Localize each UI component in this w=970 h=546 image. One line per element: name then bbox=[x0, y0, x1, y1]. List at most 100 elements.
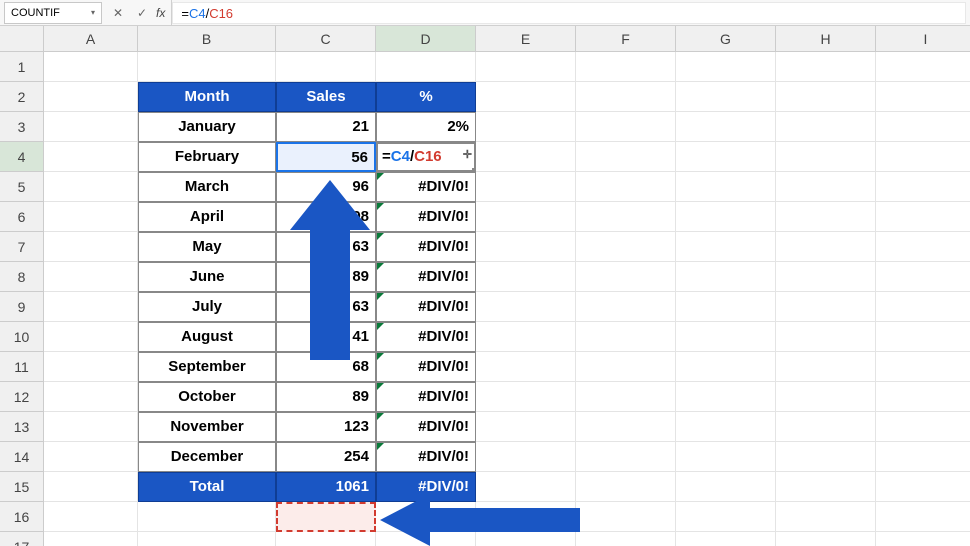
empty-cell[interactable] bbox=[776, 442, 876, 472]
empty-cell[interactable] bbox=[276, 52, 376, 82]
empty-cell[interactable] bbox=[576, 472, 676, 502]
fx-icon[interactable]: fx bbox=[154, 0, 172, 25]
empty-cell[interactable] bbox=[876, 112, 970, 142]
col-header-I[interactable]: I bbox=[876, 26, 970, 52]
empty-cell[interactable] bbox=[476, 82, 576, 112]
col-header-E[interactable]: E bbox=[476, 26, 576, 52]
empty-cell[interactable] bbox=[476, 352, 576, 382]
sales-cell[interactable]: 63 bbox=[276, 292, 376, 322]
empty-cell[interactable] bbox=[476, 382, 576, 412]
empty-cell[interactable] bbox=[676, 442, 776, 472]
empty-cell[interactable] bbox=[376, 52, 476, 82]
empty-cell[interactable] bbox=[776, 292, 876, 322]
month-cell[interactable]: May bbox=[138, 232, 276, 262]
month-cell[interactable]: June bbox=[138, 262, 276, 292]
empty-cell[interactable] bbox=[576, 82, 676, 112]
empty-cell[interactable] bbox=[776, 52, 876, 82]
empty-cell[interactable] bbox=[576, 292, 676, 322]
empty-cell[interactable] bbox=[476, 202, 576, 232]
empty-cell[interactable] bbox=[44, 142, 138, 172]
empty-cell[interactable] bbox=[876, 322, 970, 352]
row-header-1[interactable]: 1 bbox=[0, 52, 44, 82]
empty-cell[interactable] bbox=[676, 472, 776, 502]
month-cell[interactable]: February bbox=[138, 142, 276, 172]
sales-cell[interactable]: 89 bbox=[276, 262, 376, 292]
sales-cell[interactable]: 98 bbox=[276, 202, 376, 232]
empty-cell[interactable] bbox=[876, 142, 970, 172]
empty-cell[interactable] bbox=[676, 232, 776, 262]
empty-cell[interactable] bbox=[876, 292, 970, 322]
empty-cell[interactable] bbox=[876, 412, 970, 442]
row-header-12[interactable]: 12 bbox=[0, 382, 44, 412]
empty-cell[interactable] bbox=[376, 502, 476, 532]
empty-cell[interactable] bbox=[476, 52, 576, 82]
empty-cell[interactable] bbox=[576, 502, 676, 532]
sales-cell[interactable]: 21 bbox=[276, 112, 376, 142]
sales-cell[interactable]: 63 bbox=[276, 232, 376, 262]
empty-cell[interactable] bbox=[776, 472, 876, 502]
empty-cell[interactable] bbox=[776, 502, 876, 532]
empty-cell[interactable] bbox=[676, 322, 776, 352]
empty-cell[interactable] bbox=[576, 52, 676, 82]
empty-cell[interactable] bbox=[476, 232, 576, 262]
empty-cell[interactable] bbox=[676, 202, 776, 232]
empty-cell[interactable] bbox=[676, 352, 776, 382]
empty-cell[interactable] bbox=[676, 112, 776, 142]
empty-cell[interactable] bbox=[44, 502, 138, 532]
pct-cell[interactable]: #DIV/0! bbox=[376, 352, 476, 382]
empty-cell[interactable] bbox=[776, 382, 876, 412]
empty-cell[interactable] bbox=[876, 532, 970, 546]
row-header-14[interactable]: 14 bbox=[0, 442, 44, 472]
empty-cell[interactable] bbox=[576, 322, 676, 352]
empty-cell[interactable] bbox=[676, 502, 776, 532]
empty-cell[interactable] bbox=[44, 112, 138, 142]
month-cell[interactable]: March bbox=[138, 172, 276, 202]
formula-input[interactable]: =C4/C16 bbox=[172, 2, 966, 24]
empty-cell[interactable] bbox=[776, 412, 876, 442]
sales-cell[interactable]: 68 bbox=[276, 352, 376, 382]
row-header-13[interactable]: 13 bbox=[0, 412, 44, 442]
empty-cell[interactable] bbox=[576, 442, 676, 472]
empty-cell[interactable] bbox=[676, 532, 776, 546]
empty-cell[interactable] bbox=[576, 382, 676, 412]
pct-cell[interactable]: 2% bbox=[376, 112, 476, 142]
name-box-dropdown-icon[interactable]: ▾ bbox=[91, 8, 95, 17]
pct-cell[interactable]: #DIV/0! bbox=[376, 172, 476, 202]
empty-cell[interactable] bbox=[676, 142, 776, 172]
empty-cell[interactable] bbox=[476, 472, 576, 502]
empty-cell[interactable] bbox=[676, 172, 776, 202]
empty-cell[interactable] bbox=[44, 52, 138, 82]
row-header-9[interactable]: 9 bbox=[0, 292, 44, 322]
pct-cell[interactable]: #DIV/0! bbox=[376, 232, 476, 262]
empty-cell[interactable] bbox=[476, 442, 576, 472]
row-header-15[interactable]: 15 bbox=[0, 472, 44, 502]
empty-cell[interactable] bbox=[676, 52, 776, 82]
empty-cell[interactable] bbox=[44, 382, 138, 412]
pct-cell[interactable]: #DIV/0! bbox=[376, 292, 476, 322]
cancel-edit-button[interactable]: ✕ bbox=[106, 6, 130, 20]
month-cell[interactable]: November bbox=[138, 412, 276, 442]
sales-cell[interactable]: 41 bbox=[276, 322, 376, 352]
empty-cell[interactable] bbox=[476, 142, 576, 172]
empty-cell[interactable] bbox=[876, 172, 970, 202]
confirm-edit-button[interactable]: ✓ bbox=[130, 6, 154, 20]
empty-cell[interactable] bbox=[576, 412, 676, 442]
empty-cell[interactable] bbox=[138, 52, 276, 82]
empty-cell[interactable] bbox=[44, 412, 138, 442]
month-cell[interactable]: December bbox=[138, 442, 276, 472]
empty-cell[interactable] bbox=[776, 352, 876, 382]
empty-cell[interactable] bbox=[44, 532, 138, 546]
empty-cell[interactable] bbox=[476, 322, 576, 352]
empty-cell[interactable] bbox=[876, 382, 970, 412]
name-box[interactable]: COUNTIF ▾ bbox=[4, 2, 102, 24]
empty-cell[interactable] bbox=[44, 352, 138, 382]
table-header-cell[interactable]: % bbox=[376, 82, 476, 112]
empty-cell[interactable] bbox=[476, 112, 576, 142]
table-header-cell[interactable]: Sales bbox=[276, 82, 376, 112]
empty-cell[interactable] bbox=[476, 412, 576, 442]
empty-cell[interactable] bbox=[576, 142, 676, 172]
empty-cell[interactable] bbox=[876, 82, 970, 112]
empty-cell[interactable] bbox=[676, 382, 776, 412]
empty-cell[interactable] bbox=[876, 502, 970, 532]
empty-cell[interactable] bbox=[476, 532, 576, 546]
